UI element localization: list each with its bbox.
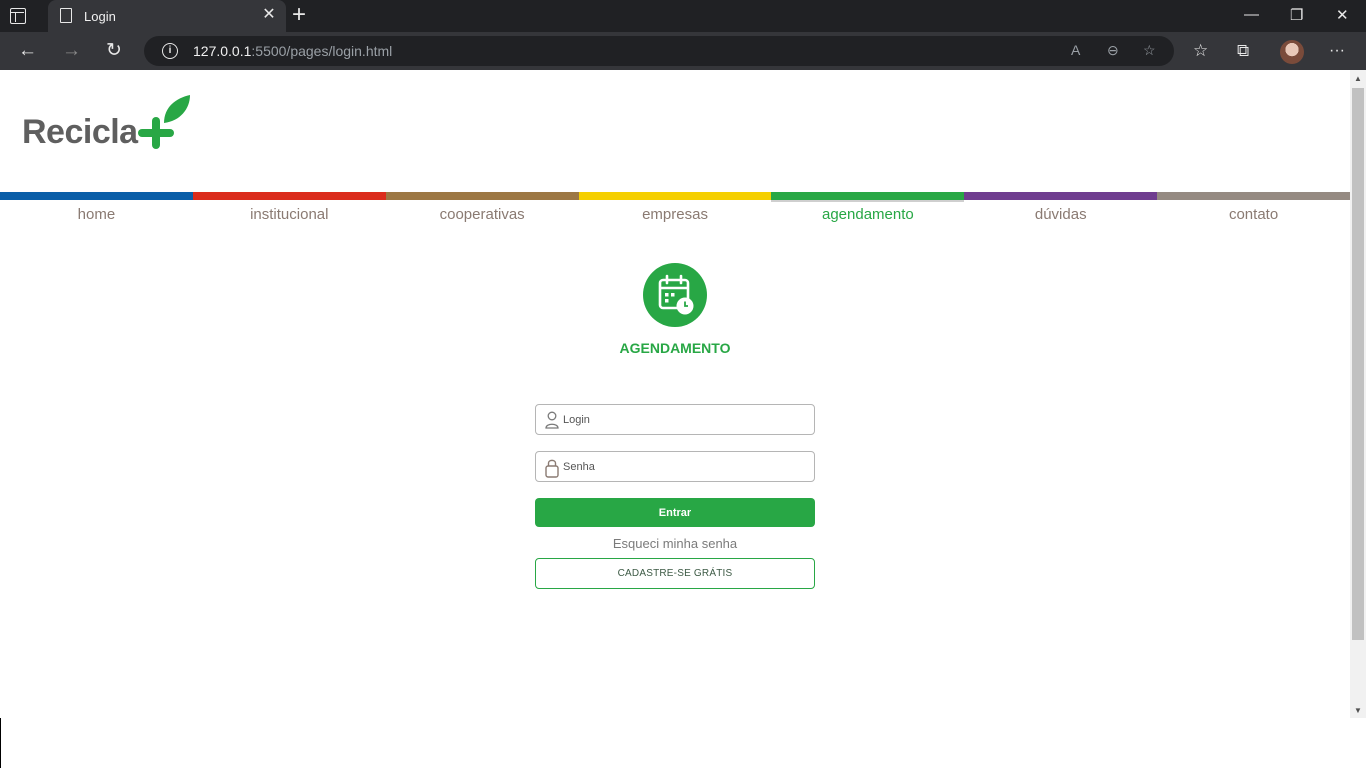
favorites-icon[interactable]: ☆ xyxy=(1193,40,1208,62)
forgot-password-link[interactable]: Esqueci minha senha xyxy=(535,536,815,551)
password-field[interactable] xyxy=(535,451,815,482)
nav-item-label: institucional xyxy=(250,206,329,223)
nav-color-bar xyxy=(964,192,1158,200)
scrollbar-thumb[interactable] xyxy=(1352,88,1364,640)
nav-item-label: agendamento xyxy=(821,206,914,223)
window-bottom xyxy=(0,718,1366,768)
url-host: 127.0.0.1 xyxy=(193,43,252,59)
new-tab-button[interactable]: + xyxy=(292,2,306,28)
site-info-icon[interactable]: i xyxy=(162,43,178,59)
more-icon[interactable]: ··· xyxy=(1329,40,1345,62)
calendar-clock-icon xyxy=(658,274,694,315)
nav-item-label: empresas xyxy=(642,206,708,223)
nav-item-duvidas[interactable]: dúvidas xyxy=(964,192,1158,223)
add-favorite-icon[interactable]: ☆ xyxy=(1143,42,1156,59)
forward-icon[interactable]: → xyxy=(62,40,81,62)
nav-item-home[interactable]: home xyxy=(0,192,193,223)
nav-color-bar xyxy=(771,192,965,200)
scrollbar[interactable]: ▲ ▼ xyxy=(1350,70,1366,718)
nav-item-agendamento[interactable]: agendamento xyxy=(771,192,965,223)
browser-toolbar: ← → ↻ i 127.0.0.1:5500/pages/login.html … xyxy=(0,32,1366,70)
tab-title: Login xyxy=(84,9,116,24)
nav-color-bar xyxy=(192,192,386,200)
nav-color-bar xyxy=(578,192,772,200)
url-path: :5500/pages/login.html xyxy=(251,43,393,59)
avatar[interactable] xyxy=(1280,40,1304,64)
zoom-icon[interactable]: ⊖ xyxy=(1107,42,1119,59)
signup-button[interactable]: CADASTRE-SE GRÁTIS xyxy=(535,558,815,589)
active-underline xyxy=(771,200,965,202)
nav-color-bar xyxy=(0,192,193,200)
url-text[interactable]: 127.0.0.1:5500/pages/login.html xyxy=(193,43,392,59)
login-input[interactable] xyxy=(563,411,803,429)
back-icon[interactable]: ← xyxy=(18,40,37,62)
tab-actions-icon[interactable] xyxy=(10,8,26,24)
nav-item-institucional[interactable]: institucional xyxy=(192,192,386,223)
read-aloud-icon[interactable]: A xyxy=(1071,42,1080,58)
hero-icon-circle xyxy=(643,263,707,327)
address-bar[interactable]: i 127.0.0.1:5500/pages/login.html A ⊖ ☆ xyxy=(144,36,1174,66)
nav-item-contato[interactable]: contato xyxy=(1157,192,1351,223)
nav-item-label: dúvidas xyxy=(1034,206,1087,223)
close-window-icon[interactable]: ✕ xyxy=(1336,6,1349,24)
restore-icon[interactable]: ❐ xyxy=(1290,6,1303,24)
nav-item-empresas[interactable]: empresas xyxy=(578,192,772,223)
scroll-up-icon[interactable]: ▲ xyxy=(1354,74,1362,83)
collections-icon[interactable]: ⧉ xyxy=(1237,40,1249,62)
scroll-down-icon[interactable]: ▼ xyxy=(1354,706,1362,715)
page-icon xyxy=(60,8,72,23)
lock-icon xyxy=(545,459,559,478)
plus-leaf-icon xyxy=(138,95,190,149)
nav-item-label: cooperativas xyxy=(439,206,525,223)
close-tab-icon[interactable]: ✕ xyxy=(260,6,278,24)
nav-color-bar xyxy=(1157,192,1351,200)
nav-item-label: home xyxy=(77,206,116,223)
nav-item-label: contato xyxy=(1228,206,1279,223)
nav-item-cooperativas[interactable]: cooperativas xyxy=(385,192,579,223)
browser-tab[interactable]: Login ✕ xyxy=(48,0,286,32)
page: Recicla home institucional cooperativas emp… xyxy=(0,70,1351,718)
password-input[interactable] xyxy=(563,458,803,476)
submit-button[interactable]: Entrar xyxy=(535,498,815,527)
browser-tab-bar: Login ✕ + — ❐ ✕ xyxy=(0,0,1366,32)
user-icon xyxy=(545,411,559,429)
main-nav: home institucional cooperativas empresas age… xyxy=(0,192,1351,223)
page-title: AGENDAMENTO xyxy=(619,340,731,356)
logo-text: Recicla xyxy=(22,113,138,151)
nav-color-bar xyxy=(385,192,579,200)
minimize-icon[interactable]: — xyxy=(1244,6,1259,23)
login-field[interactable] xyxy=(535,404,815,435)
reload-icon[interactable]: ↻ xyxy=(106,40,122,62)
